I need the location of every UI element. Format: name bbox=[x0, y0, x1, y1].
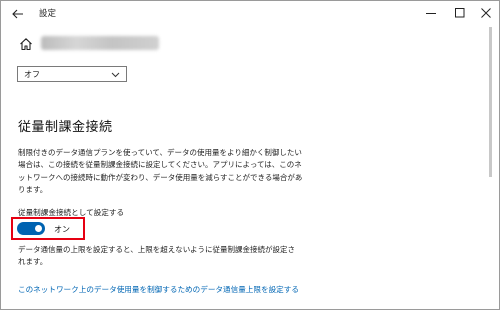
metered-description: 制限付きのデータ通信プランを使っていて、データの使用量をより細かく制御したい場合… bbox=[18, 148, 303, 194]
scrollbar[interactable] bbox=[489, 27, 493, 305]
close-button[interactable] bbox=[475, 4, 497, 22]
maximize-icon bbox=[455, 8, 465, 18]
scroll-thumb[interactable] bbox=[489, 27, 492, 177]
select-value: オフ bbox=[24, 70, 40, 79]
back-button[interactable] bbox=[9, 5, 27, 23]
toggle-state-label: オン bbox=[54, 225, 70, 234]
close-icon bbox=[481, 8, 491, 18]
title-bar: 設定 bbox=[1, 1, 499, 27]
data-limit-note: データ通信量の上限を設定すると、上限を超えないように従量制課金接続が設定されます… bbox=[18, 245, 296, 267]
network-profile-select[interactable]: オフ bbox=[17, 66, 127, 82]
minimize-icon bbox=[426, 13, 436, 14]
app-title: 設定 bbox=[39, 9, 57, 19]
minimize-button[interactable] bbox=[420, 4, 442, 22]
metered-toggle[interactable] bbox=[17, 222, 45, 235]
chevron-down-icon bbox=[111, 72, 120, 78]
home-button[interactable] bbox=[19, 36, 33, 51]
home-icon bbox=[20, 38, 32, 51]
network-name-redacted bbox=[41, 36, 159, 50]
toggle-knob bbox=[35, 225, 42, 232]
settings-window: 設定 オフ 従量制課金接続 制限付きのデータ通信プランを使っていて、データの使用… bbox=[0, 0, 500, 310]
back-arrow-icon bbox=[12, 9, 23, 19]
maximize-button[interactable] bbox=[449, 4, 471, 22]
data-limit-link[interactable]: このネットワーク上のデータ使用量を制御するためのデータ通信量上限を設定する bbox=[18, 284, 299, 295]
metered-connection-heading: 従量制課金接続 bbox=[18, 120, 113, 135]
